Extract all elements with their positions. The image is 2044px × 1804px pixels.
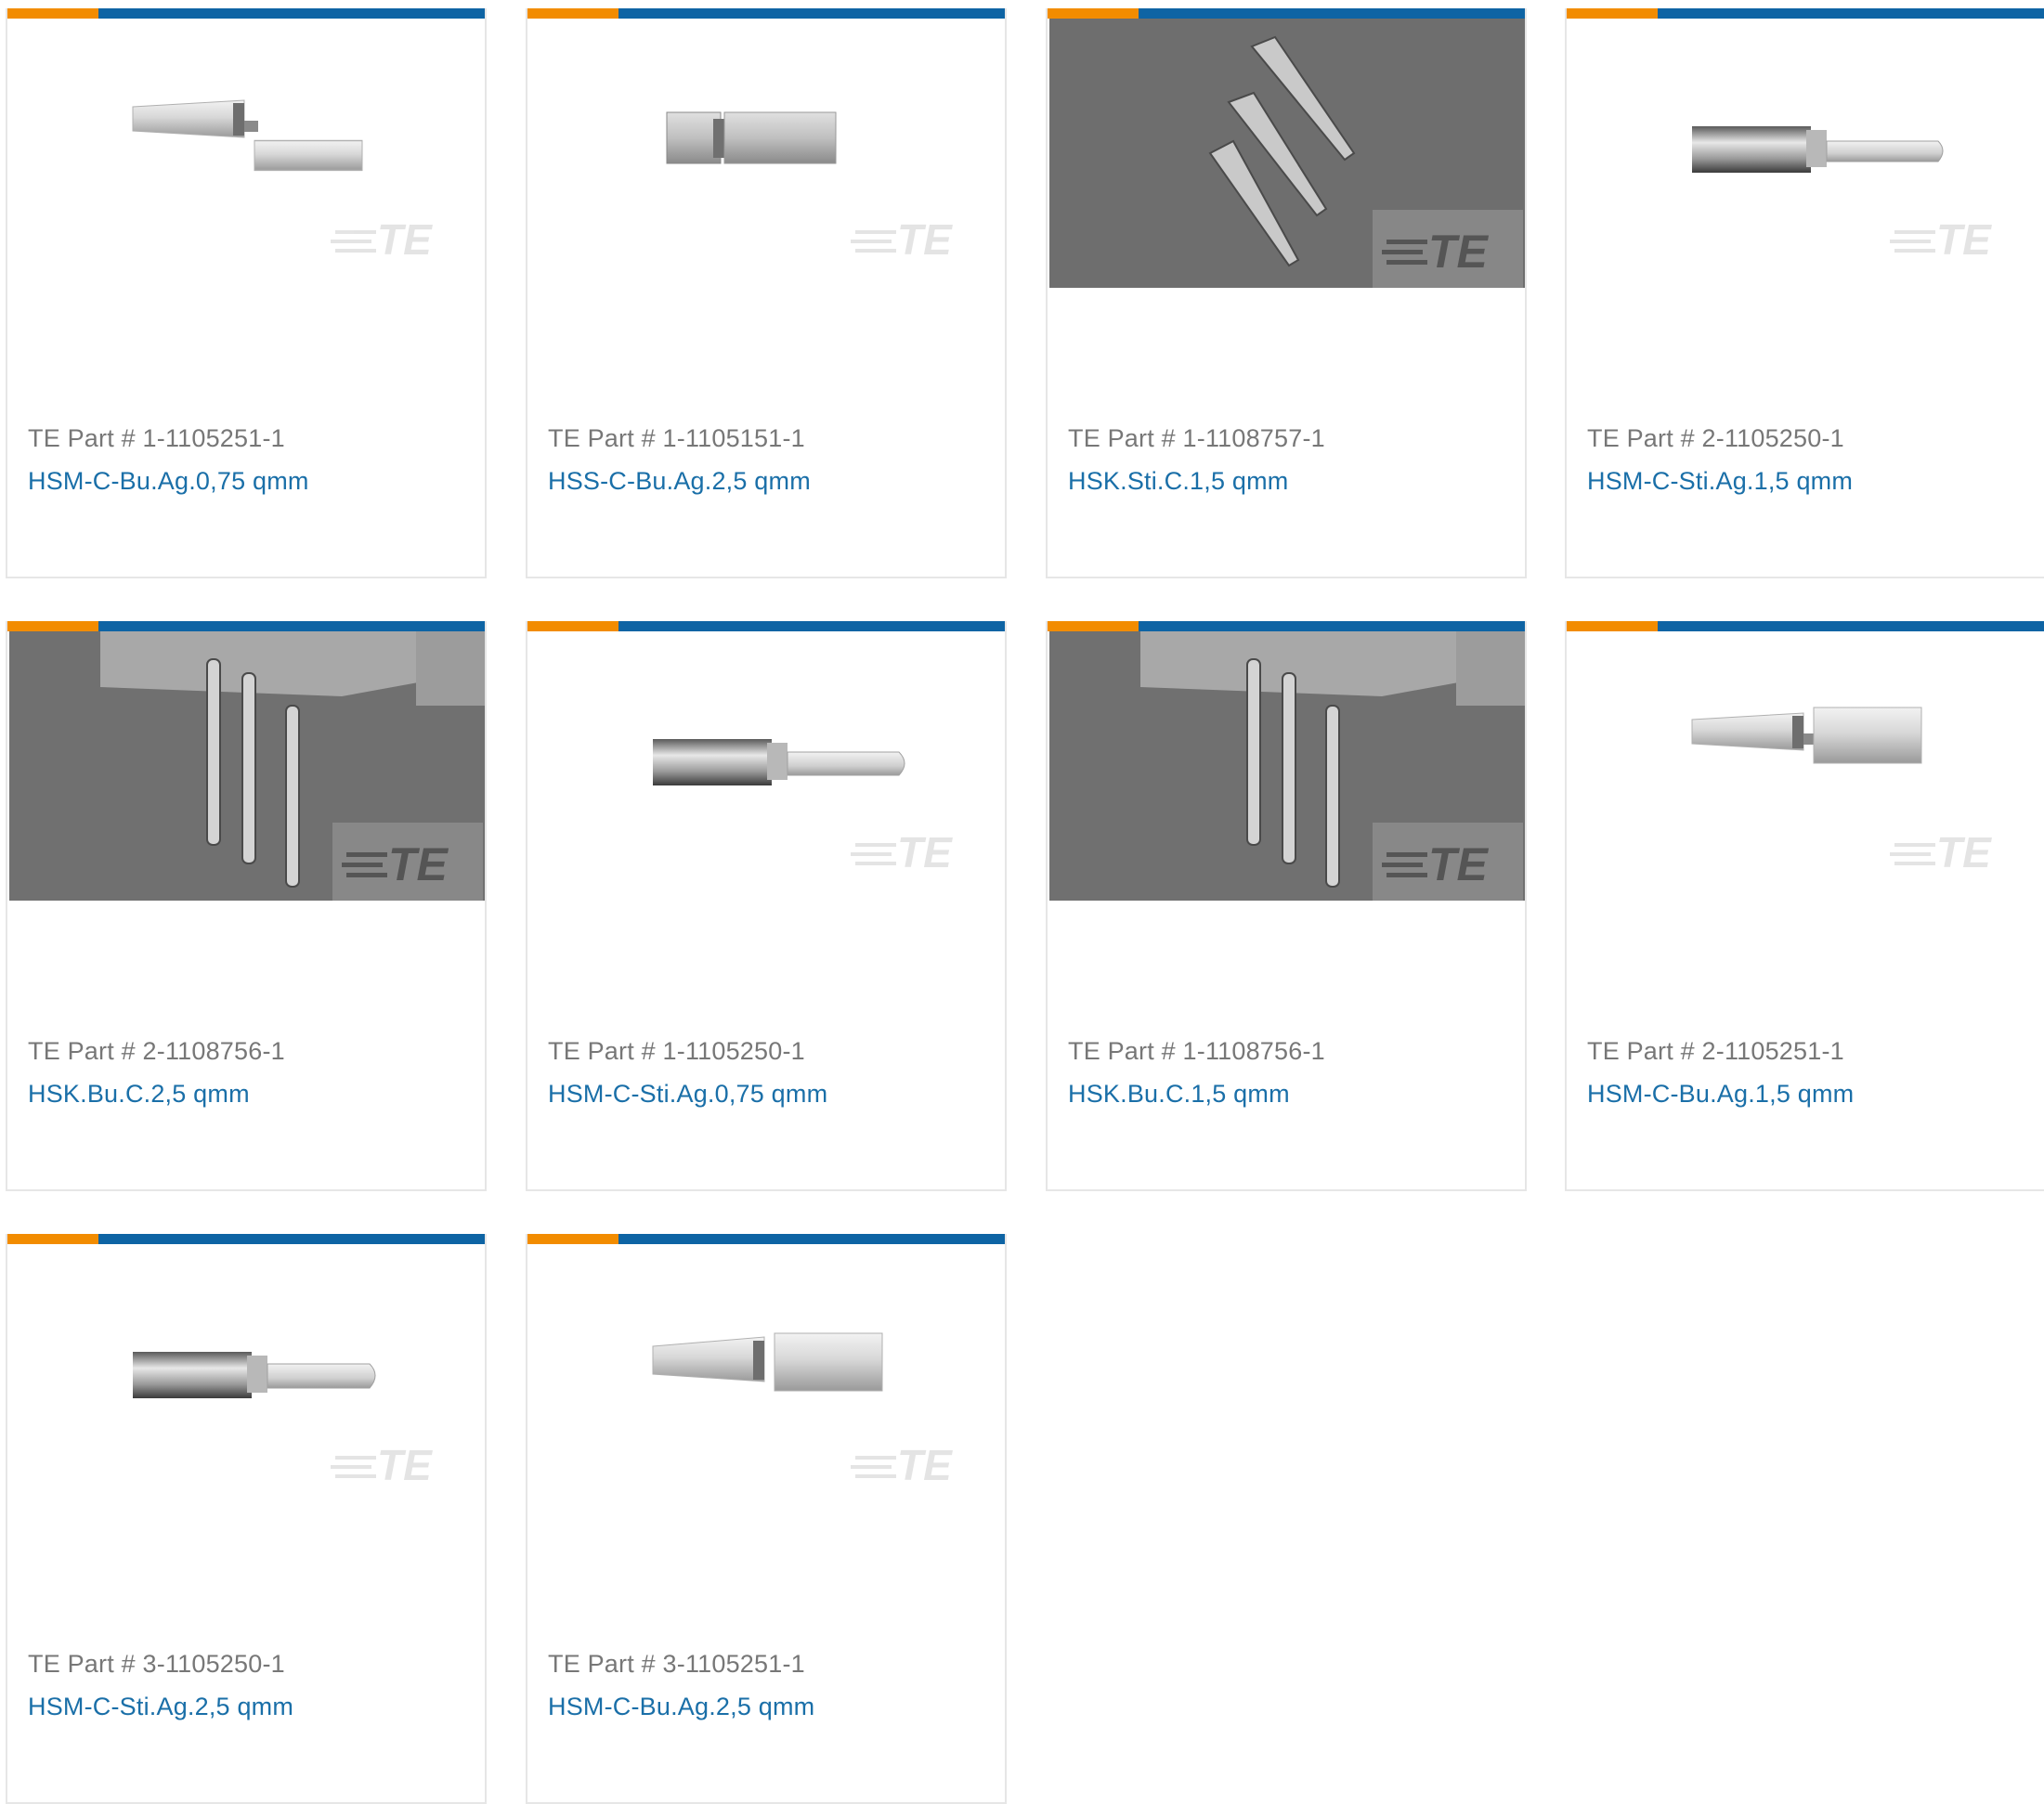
product-grid: TE TE Part # 1-1105251-1 HSM-C-Bu.Ag.0,7… — [0, 0, 2044, 1804]
pin-contact-icon[interactable]: TE — [7, 1244, 485, 1513]
part-number: TE Part # 1-1108757-1 — [1068, 424, 1325, 452]
card-accent-bar — [1567, 621, 2044, 631]
product-name-link[interactable]: HSK.Sti.C.1,5 qmm — [1068, 467, 1288, 496]
socket-contacts-photo[interactable]: TE — [1048, 631, 1525, 901]
part-number: TE Part # 2-1105251-1 — [1587, 1037, 1844, 1065]
card-accent-bar — [1048, 8, 1525, 19]
product-name-link[interactable]: HSM-C-Bu.Ag.0,75 qmm — [28, 467, 309, 496]
svg-text:TE: TE — [1936, 215, 1992, 264]
product-name-link[interactable]: HSM-C-Sti.Ag.2,5 qmm — [28, 1693, 293, 1721]
card-accent-bar — [527, 621, 1005, 631]
pin-contact-icon[interactable]: TE — [1567, 19, 2044, 288]
socket-contacts-photo[interactable]: TE — [7, 631, 485, 901]
card-accent-bar — [1048, 621, 1525, 631]
svg-text:TE: TE — [1428, 226, 1490, 278]
product-card[interactable]: TE TE Part # 1-1108756-1 HSK.Bu.C.1,5 qm… — [1046, 621, 1527, 1191]
part-number: TE Part # 1-1108756-1 — [1068, 1037, 1325, 1065]
part-number: TE Part # 3-1105251-1 — [548, 1650, 805, 1678]
product-name-link[interactable]: HSM-C-Sti.Ag.1,5 qmm — [1587, 467, 1853, 496]
socket-contact-straight-icon[interactable]: TE — [527, 1244, 1005, 1513]
card-accent-bar — [7, 8, 485, 19]
socket-contact-straight-icon[interactable]: TE — [7, 19, 485, 288]
card-accent-bar — [527, 8, 1005, 19]
card-accent-bar — [7, 621, 485, 631]
product-name-link[interactable]: HSM-C-Bu.Ag.2,5 qmm — [548, 1693, 814, 1721]
product-name-link[interactable]: HSK.Bu.C.2,5 qmm — [28, 1080, 250, 1109]
part-number: TE Part # 1-1105251-1 — [28, 424, 285, 452]
svg-text:TE: TE — [1936, 828, 1992, 876]
socket-contact-short-icon[interactable]: TE — [527, 19, 1005, 288]
part-number: TE Part # 2-1108756-1 — [28, 1037, 285, 1065]
product-card[interactable]: TE TE Part # 1-1108757-1 HSK.Sti.C.1,5 q… — [1046, 8, 1527, 578]
card-accent-bar — [7, 1234, 485, 1244]
product-name-link[interactable]: HSM-C-Bu.Ag.1,5 qmm — [1587, 1080, 1854, 1109]
svg-text:TE: TE — [897, 828, 953, 876]
part-number: TE Part # 1-1105250-1 — [548, 1037, 805, 1065]
product-card[interactable]: TE TE Part # 1-1105250-1 HSM-C-Sti.Ag.0,… — [526, 621, 1007, 1191]
part-number: TE Part # 3-1105250-1 — [28, 1650, 285, 1678]
svg-text:TE: TE — [897, 215, 953, 264]
card-accent-bar — [527, 1234, 1005, 1244]
product-card[interactable]: TE TE Part # 2-1105250-1 HSM-C-Sti.Ag.1,… — [1565, 8, 2044, 578]
svg-text:TE: TE — [1428, 838, 1490, 890]
card-accent-bar — [1567, 8, 2044, 19]
svg-text:TE: TE — [897, 1441, 953, 1489]
product-card[interactable]: TE TE Part # 3-1105251-1 HSM-C-Bu.Ag.2,5… — [526, 1234, 1007, 1804]
part-number: TE Part # 2-1105250-1 — [1587, 424, 1844, 452]
product-card[interactable]: TE TE Part # 1-1105151-1 HSS-C-Bu.Ag.2,5… — [526, 8, 1007, 578]
product-card[interactable]: TE TE Part # 3-1105250-1 HSM-C-Sti.Ag.2,… — [6, 1234, 487, 1804]
svg-text:TE: TE — [377, 215, 433, 264]
product-name-link[interactable]: HSS-C-Bu.Ag.2,5 qmm — [548, 467, 811, 496]
part-number: TE Part # 1-1105151-1 — [548, 424, 805, 452]
product-card[interactable]: TE TE Part # 2-1108756-1 HSK.Bu.C.2,5 qm… — [6, 621, 487, 1191]
svg-text:TE: TE — [388, 838, 449, 890]
product-name-link[interactable]: HSK.Bu.C.1,5 qmm — [1068, 1080, 1290, 1109]
product-name-link[interactable]: HSM-C-Sti.Ag.0,75 qmm — [548, 1080, 827, 1109]
product-card[interactable]: TE TE Part # 2-1105251-1 HSM-C-Bu.Ag.1,5… — [1565, 621, 2044, 1191]
socket-contact-straight-icon[interactable]: TE — [1567, 631, 2044, 901]
pin-contacts-photo[interactable]: TE — [1048, 19, 1525, 288]
product-card[interactable]: TE TE Part # 1-1105251-1 HSM-C-Bu.Ag.0,7… — [6, 8, 487, 578]
pin-contact-icon[interactable]: TE — [527, 631, 1005, 901]
svg-text:TE: TE — [377, 1441, 433, 1489]
